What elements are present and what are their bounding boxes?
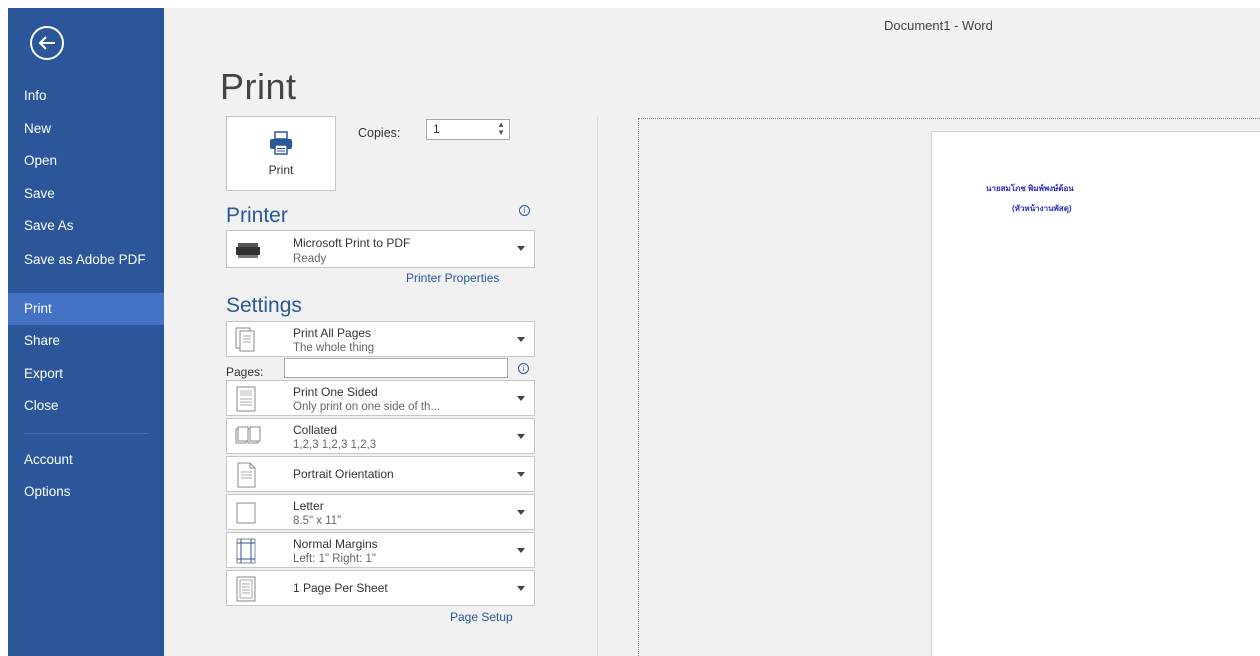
nav-save[interactable]: Save xyxy=(8,178,164,211)
paper-size-dropdown[interactable]: Letter 8.5" x 11" xyxy=(226,494,535,530)
printer-device-icon xyxy=(236,243,260,258)
nav-export[interactable]: Export xyxy=(8,358,164,391)
nav-save-as[interactable]: Save As xyxy=(8,210,164,243)
one-sided-icon xyxy=(236,386,256,412)
paper-size-icon xyxy=(236,502,256,524)
pages-per-sheet-title: 1 Page Per Sheet xyxy=(293,581,388,595)
chevron-down-icon xyxy=(517,337,525,342)
chevron-down-icon xyxy=(517,246,525,251)
margins-icon xyxy=(236,538,256,564)
orientation-dropdown[interactable]: Portrait Orientation xyxy=(226,456,535,492)
main-area: Document1 - Word Print Print Copies: 1 ▲… xyxy=(164,8,1260,656)
copies-label: Copies: xyxy=(358,126,401,140)
chevron-down-icon xyxy=(517,586,525,591)
portrait-icon xyxy=(237,462,256,488)
pages-input[interactable] xyxy=(284,358,508,378)
preview-text-line-2: (หัวหน้างานพัสดุ) xyxy=(1012,204,1072,213)
preview-text-line-1: นายสมโภช พิมพ์พงษ์ต้อน xyxy=(986,184,1074,193)
printer-info-icon[interactable]: i xyxy=(519,205,530,216)
nav-divider xyxy=(24,432,148,434)
margins-dropdown[interactable]: Normal Margins Left: 1" Right: 1" xyxy=(226,532,535,568)
collation-dropdown[interactable]: Collated 1,2,3 1,2,3 1,2,3 xyxy=(226,418,535,454)
nav-print[interactable]: Print xyxy=(8,292,164,325)
printer-header: Printer xyxy=(226,204,288,227)
print-button[interactable]: Print xyxy=(226,116,336,191)
chevron-down-icon xyxy=(517,548,525,553)
print-all-pages-icon xyxy=(235,327,255,352)
nav-list: Info New Open Save Save As Save as Adobe… xyxy=(8,80,164,509)
chevron-down-icon xyxy=(517,434,525,439)
print-range-title: Print All Pages xyxy=(293,326,372,340)
printer-dropdown[interactable]: Microsoft Print to PDF Ready xyxy=(226,230,535,268)
orientation-title: Portrait Orientation xyxy=(293,467,394,481)
print-preview: นายสมโภช พิมพ์พงษ์ต้อน (หัวหน้างานพัสดุ) xyxy=(638,118,1260,656)
back-button[interactable] xyxy=(30,26,64,60)
nav-open[interactable]: Open xyxy=(8,145,164,178)
sides-title: Print One Sided xyxy=(293,385,378,399)
nav-save-as-adobe-pdf[interactable]: Save as Adobe PDF xyxy=(8,243,164,293)
nav-options[interactable]: Options xyxy=(8,476,164,509)
window-title: Document1 - Word xyxy=(884,18,993,33)
collation-title: Collated xyxy=(293,423,338,437)
print-button-label: Print xyxy=(268,162,294,177)
pages-label: Pages: xyxy=(226,365,264,379)
preview-page: นายสมโภช พิมพ์พงษ์ต้อน (หัวหน้างานพัสดุ) xyxy=(931,131,1260,656)
page-setup-link[interactable]: Page Setup xyxy=(450,610,513,624)
margins-title: Normal Margins xyxy=(293,537,378,551)
pages-per-sheet-icon xyxy=(236,576,256,602)
sides-dropdown[interactable]: Print One Sided Only print on one side o… xyxy=(226,380,535,416)
printer-properties-link[interactable]: Printer Properties xyxy=(406,271,499,285)
margins-desc: Left: 1" Right: 1" xyxy=(293,553,376,565)
nav-new[interactable]: New xyxy=(8,113,164,146)
pages-per-sheet-dropdown[interactable]: 1 Page Per Sheet xyxy=(226,570,535,606)
printer-icon xyxy=(270,130,292,155)
chevron-down-icon xyxy=(517,396,525,401)
backstage-nav: Info New Open Save Save As Save as Adobe… xyxy=(8,8,164,656)
chevron-down-icon xyxy=(517,510,525,515)
printer-status: Ready xyxy=(293,253,327,265)
chevron-down-icon xyxy=(517,472,525,477)
paper-size-title: Letter xyxy=(293,499,324,513)
sides-desc: Only print on one side of th... xyxy=(293,401,441,413)
panel-divider xyxy=(597,116,598,656)
settings-header: Settings xyxy=(226,294,302,317)
copies-spinner-icon[interactable]: ▲ ▼ xyxy=(497,121,505,137)
nav-account[interactable]: Account xyxy=(8,444,164,477)
nav-close[interactable]: Close xyxy=(8,390,164,423)
print-range-dropdown[interactable]: Print All Pages The whole thing xyxy=(226,321,535,357)
paper-size-desc: 8.5" x 11" xyxy=(293,515,342,527)
back-arrow-icon xyxy=(38,36,55,50)
printer-name: Microsoft Print to PDF xyxy=(293,236,411,250)
copies-value: 1 xyxy=(433,122,440,136)
page-title: Print xyxy=(220,66,297,107)
nav-info[interactable]: Info xyxy=(8,80,164,113)
pages-info-icon[interactable]: i xyxy=(518,363,529,374)
copies-input[interactable]: 1 ▲ ▼ xyxy=(426,119,510,140)
collation-desc: 1,2,3 1,2,3 1,2,3 xyxy=(293,439,377,451)
collated-icon xyxy=(235,426,261,444)
nav-share[interactable]: Share xyxy=(8,325,164,358)
print-range-desc: The whole thing xyxy=(293,342,375,354)
